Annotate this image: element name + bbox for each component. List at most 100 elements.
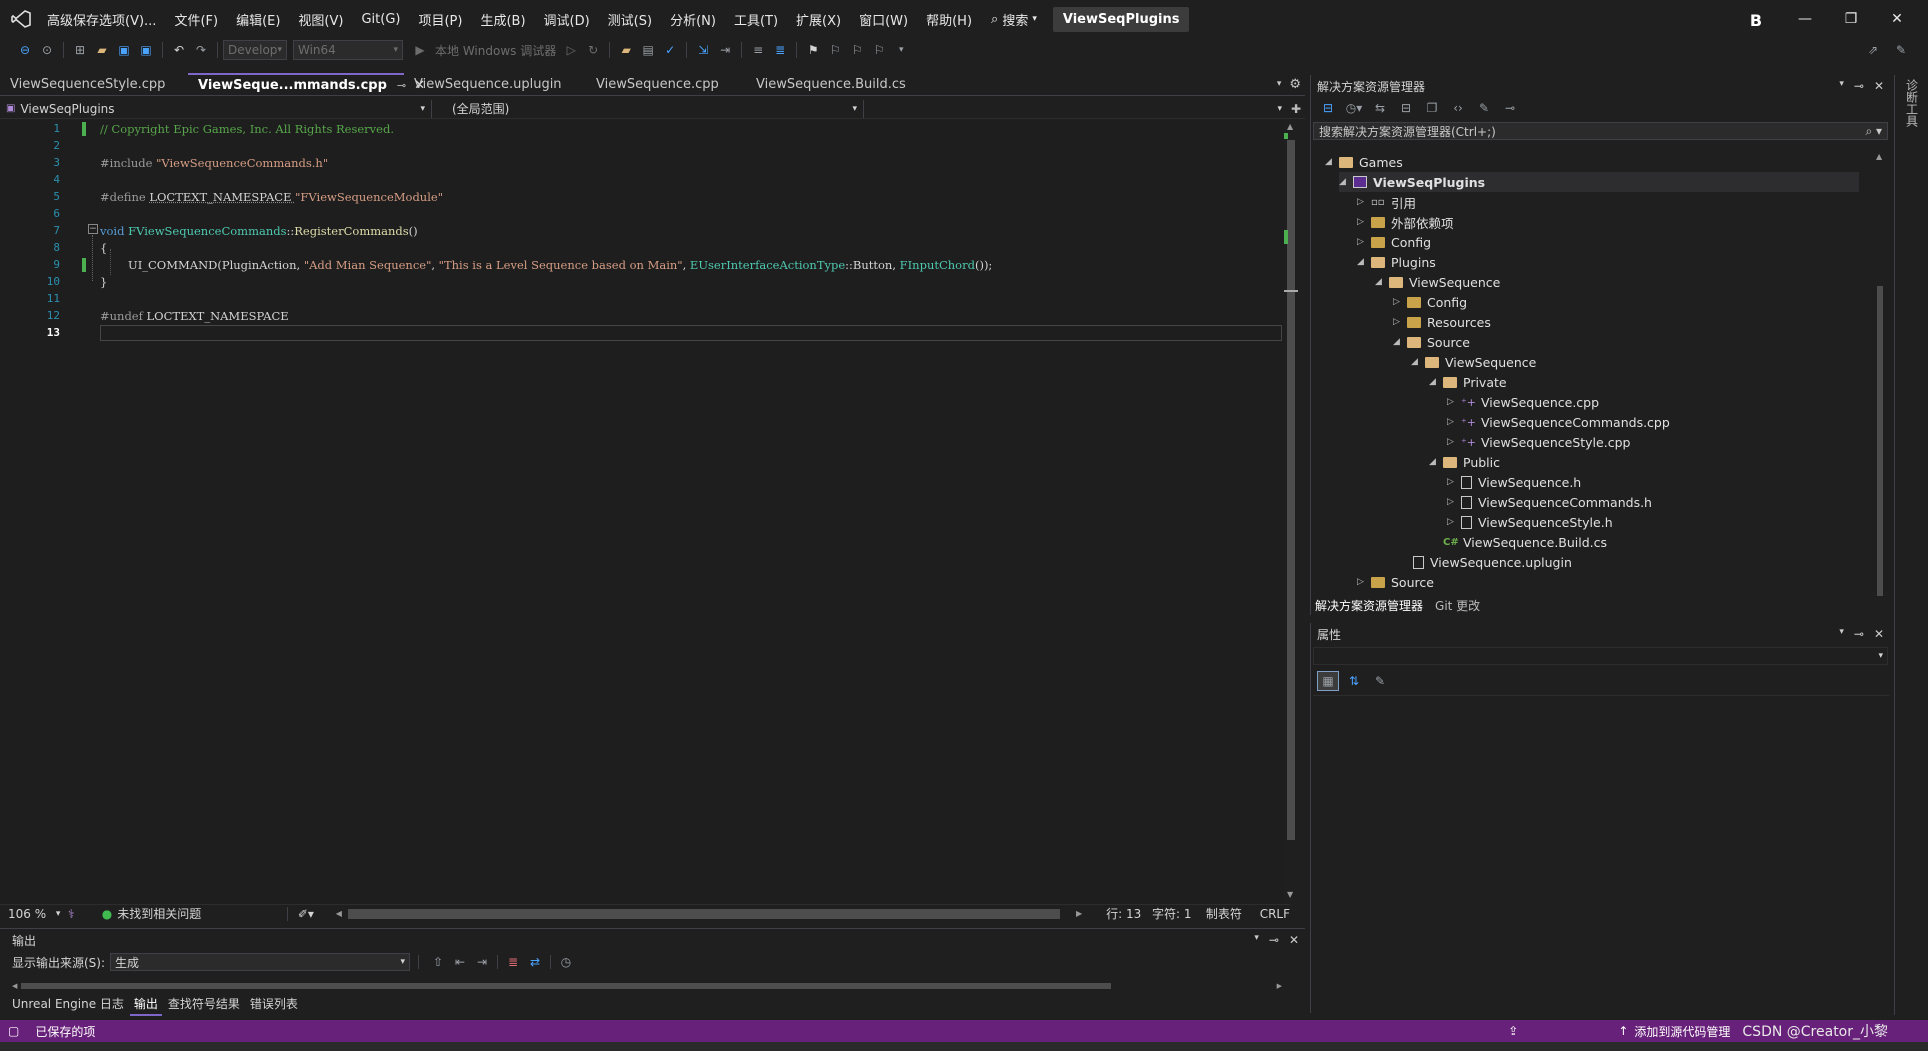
member-nav-combo[interactable]: ▾: [864, 100, 1288, 118]
tab-list-dropdown[interactable]: ▾: [1273, 73, 1286, 95]
tree-node-viewsequencestyle-h[interactable]: ▷ ViewSequenceStyle.h: [1447, 512, 1613, 532]
tab-output[interactable]: 输出: [129, 993, 162, 1016]
tree-node-config[interactable]: ▷ Config: [1357, 232, 1431, 252]
menu-project[interactable]: 项目(P): [409, 10, 471, 29]
start-without-debug-button[interactable]: ▷: [560, 40, 582, 60]
next-message-button[interactable]: ⇥: [471, 952, 493, 972]
output-source-combo[interactable]: 生成 ▾: [110, 953, 410, 971]
restart-button[interactable]: ↻: [582, 40, 604, 60]
split-editor-button[interactable]: ✚: [1288, 102, 1304, 116]
spellcheck-button[interactable]: ✓: [659, 40, 681, 60]
step-over-button[interactable]: ⇥: [714, 40, 736, 60]
layout-button[interactable]: ▤: [637, 40, 659, 60]
editor-vertical-scrollbar[interactable]: ▲ ▼: [1284, 120, 1298, 904]
browse-button[interactable]: ▰: [615, 40, 637, 60]
debug-target-label[interactable]: 本地 Windows 调试器: [431, 42, 560, 59]
menu-help[interactable]: 帮助(H): [917, 10, 981, 29]
close-icon[interactable]: ✕: [1289, 933, 1299, 947]
scroll-up-icon[interactable]: ▲: [1287, 122, 1293, 131]
scroll-down-icon[interactable]: ▼: [1287, 890, 1293, 899]
collapse-all-button[interactable]: ⊟: [1395, 98, 1417, 118]
search-button[interactable]: ⌕ 搜索 ▾: [981, 10, 1047, 29]
output-h-scrollbar[interactable]: ◀ ▶: [12, 982, 1282, 990]
clear-bookmarks-button[interactable]: ⚐: [868, 40, 890, 60]
close-icon[interactable]: ✕: [1874, 627, 1884, 641]
property-pages-button[interactable]: ✎: [1369, 671, 1391, 691]
pin-icon[interactable]: ⊸: [1269, 933, 1279, 947]
tab-find-symbol-results[interactable]: 查找符号结果: [164, 993, 244, 1016]
menu-build[interactable]: 生成(B): [471, 10, 534, 29]
tree-node-viewsequence-cpp[interactable]: ▷ ⁺+ ViewSequence.cpp: [1447, 392, 1599, 412]
add-source-control-button[interactable]: 添加到源代码管理: [1634, 1023, 1730, 1040]
switch-views-button[interactable]: ⊟: [1317, 98, 1339, 118]
close-window-button[interactable]: ✕: [1874, 0, 1920, 38]
horizontal-scrollbar-thumb[interactable]: [347, 908, 1061, 919]
scope-nav-combo[interactable]: (全局范围) ▾: [432, 99, 864, 118]
toolbar-overflow-button[interactable]: ▾: [890, 40, 912, 60]
menu-extensions[interactable]: 扩展(X): [787, 10, 850, 29]
tree-node-viewsequencestyle-cpp[interactable]: ▷ ⁺+ ViewSequenceStyle.cpp: [1447, 432, 1630, 452]
indent-mode[interactable]: 制表符: [1206, 905, 1260, 922]
clear-all-button[interactable]: ≣: [502, 952, 524, 972]
maximize-button[interactable]: ❐: [1828, 0, 1874, 38]
scroll-left-icon[interactable]: ◀: [336, 909, 342, 918]
tab-viewsequencecommands-cpp[interactable]: ViewSeque...mmands.cpp ⊸ ✕: [188, 73, 425, 95]
tab-git-changes[interactable]: Git 更改: [1435, 597, 1480, 614]
chevron-down-icon[interactable]: ▾: [1254, 933, 1259, 947]
navigate-forward-button[interactable]: ⊙: [36, 40, 58, 60]
cursor-char[interactable]: 字符: 1: [1152, 905, 1206, 922]
find-in-output-button[interactable]: ⇧: [427, 952, 449, 972]
more-button[interactable]: ⊸: [1499, 98, 1521, 118]
menu-save-options[interactable]: 高级保存选项(V)...: [38, 10, 165, 29]
scroll-right-icon[interactable]: ▶: [1076, 909, 1082, 918]
sync-button[interactable]: ⇆: [1369, 98, 1391, 118]
chevron-down-icon[interactable]: ▾: [56, 909, 68, 919]
uncomment-button[interactable]: ≣: [769, 40, 791, 60]
comment-button[interactable]: ≡: [747, 40, 769, 60]
show-all-files-button[interactable]: ❐: [1421, 98, 1443, 118]
menu-file[interactable]: 文件(F): [165, 10, 227, 29]
tree-node-viewsequence-plugin[interactable]: ◢ ViewSequence: [1375, 272, 1500, 292]
menu-edit[interactable]: 编辑(E): [227, 10, 289, 29]
tab-settings-button[interactable]: ⚙: [1285, 73, 1305, 95]
tab-viewsequence-build-cs[interactable]: ViewSequence.Build.cs: [746, 73, 926, 95]
step-button[interactable]: ⇲: [692, 40, 714, 60]
scroll-right-icon[interactable]: ▶: [1277, 982, 1282, 990]
tab-error-list[interactable]: 错误列表: [246, 993, 302, 1016]
scroll-left-icon[interactable]: ◀: [12, 982, 17, 990]
minimize-button[interactable]: —: [1782, 0, 1828, 38]
menu-debug[interactable]: 调试(D): [535, 10, 599, 29]
tab-unreal-engine-log[interactable]: Unreal Engine 日志: [8, 993, 128, 1016]
output-scroll-thumb[interactable]: [21, 983, 1112, 989]
save-button[interactable]: ▣: [113, 40, 135, 60]
tree-node-plugins[interactable]: ◢ Plugins: [1357, 252, 1436, 272]
tree-node-viewsequencecommands-h[interactable]: ▷ ViewSequenceCommands.h: [1447, 492, 1652, 512]
menu-analyze[interactable]: 分析(N): [661, 10, 725, 29]
scroll-up-icon[interactable]: ▲: [1876, 152, 1882, 161]
tree-node-private[interactable]: ◢ Private: [1429, 372, 1507, 392]
prev-bookmark-button[interactable]: ⚐: [824, 40, 846, 60]
notification-upload-icon[interactable]: ⇪: [1508, 1024, 1518, 1038]
tree-node-viewsequence-module[interactable]: ◢ ViewSequence: [1411, 352, 1536, 372]
tree-node-build-cs[interactable]: C# ViewSequence.Build.cs: [1443, 532, 1607, 552]
code-editor[interactable]: 1 2 3 4 5 6 7 8 9 10 11 12 13 − // Copyr…: [0, 120, 1298, 905]
timestamp-button[interactable]: ◷: [555, 952, 577, 972]
prev-message-button[interactable]: ⇤: [449, 952, 471, 972]
close-icon[interactable]: ✕: [1874, 79, 1884, 93]
tree-node-source[interactable]: ▷ Source: [1357, 572, 1434, 592]
brush-icon[interactable]: ✐▾: [298, 907, 328, 921]
navigate-back-button[interactable]: ⊖: [14, 40, 36, 60]
pin-icon[interactable]: ⊸: [1854, 627, 1864, 641]
start-debug-button[interactable]: ▶: [409, 40, 431, 60]
chevron-down-icon[interactable]: ▾: [1839, 79, 1844, 93]
tree-node-viewseqplugins[interactable]: ◢ ViewSeqPlugins: [1339, 172, 1859, 192]
tree-node-uplugin[interactable]: ViewSequence.uplugin: [1413, 552, 1572, 572]
scrollbar-thumb[interactable]: [1287, 140, 1295, 840]
pin-icon[interactable]: ⊸: [1854, 79, 1864, 93]
menu-view[interactable]: 视图(V): [289, 10, 352, 29]
project-nav-combo[interactable]: ▣ ViewSeqPlugins ▾: [0, 99, 432, 118]
solution-search-input[interactable]: 搜索解决方案资源管理器(Ctrl+;) ⌕ ▾: [1313, 122, 1888, 140]
feedback-button[interactable]: ✎: [1890, 40, 1912, 60]
tree-node-resources[interactable]: ▷ Resources: [1393, 312, 1491, 332]
tree-node-plugin-source[interactable]: ◢ Source: [1393, 332, 1470, 352]
